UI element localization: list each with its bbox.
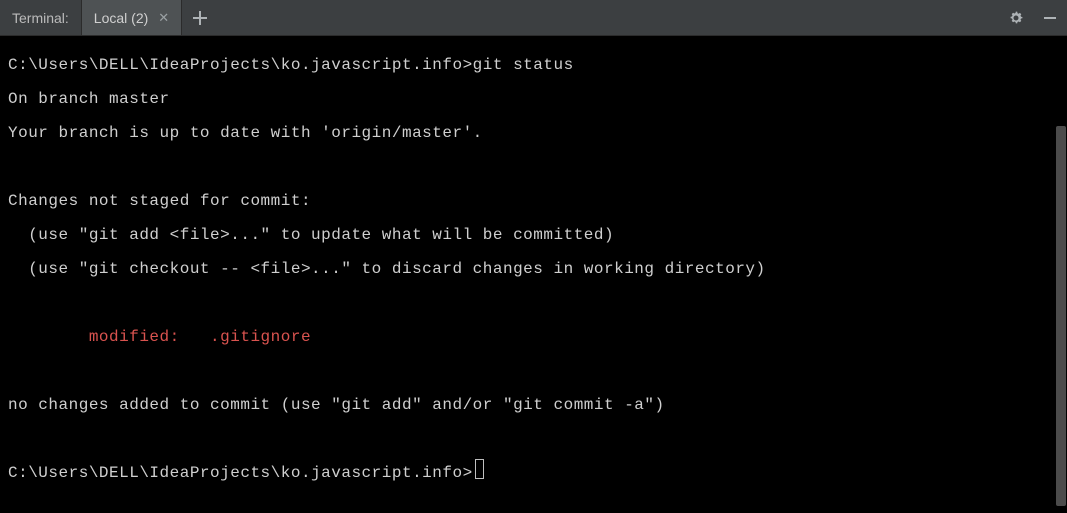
terminal-scrollbar[interactable]: [1055, 36, 1067, 513]
cursor: [475, 459, 484, 479]
output-line: (use "git checkout -- <file>..." to disc…: [8, 252, 1047, 286]
output-blank: [8, 422, 1047, 456]
output-blank: [8, 150, 1047, 184]
new-tab-button[interactable]: [182, 0, 218, 35]
output-line: Your branch is up to date with 'origin/m…: [8, 116, 1047, 150]
terminal-tabbar: Terminal: Local (2) ✕: [0, 0, 1067, 36]
panel-title: Terminal:: [0, 0, 82, 35]
terminal-panel: Terminal: Local (2) ✕ C:\Users\DELL\Idea…: [0, 0, 1067, 513]
gear-icon: [1008, 10, 1024, 26]
close-tab-icon[interactable]: ✕: [156, 9, 171, 26]
prompt-line: C:\Users\DELL\IdeaProjects\ko.javascript…: [8, 48, 1047, 82]
scroll-thumb[interactable]: [1056, 126, 1066, 506]
settings-button[interactable]: [999, 0, 1033, 35]
terminal-body: C:\Users\DELL\IdeaProjects\ko.javascript…: [0, 36, 1067, 513]
output-blank: [8, 354, 1047, 388]
output-line: On branch master: [8, 82, 1047, 116]
tabbar-spacer: [218, 0, 999, 35]
panel-title-text: Terminal:: [12, 10, 69, 26]
output-line: no changes added to commit (use "git add…: [8, 388, 1047, 422]
prompt-text: C:\Users\DELL\IdeaProjects\ko.javascript…: [8, 464, 473, 482]
plus-icon: [193, 11, 207, 25]
prompt-line-current: C:\Users\DELL\IdeaProjects\ko.javascript…: [8, 456, 1047, 490]
minimize-icon: [1043, 11, 1057, 25]
command-text: git status: [473, 56, 574, 74]
output-modified: modified: .gitignore: [8, 320, 1047, 354]
output-line: Changes not staged for commit:: [8, 184, 1047, 218]
minimize-button[interactable]: [1033, 0, 1067, 35]
terminal-tab-label: Local (2): [94, 10, 148, 26]
terminal-output[interactable]: C:\Users\DELL\IdeaProjects\ko.javascript…: [0, 36, 1055, 513]
output-line: (use "git add <file>..." to update what …: [8, 218, 1047, 252]
terminal-tab-active[interactable]: Local (2) ✕: [82, 0, 182, 35]
prompt-text: C:\Users\DELL\IdeaProjects\ko.javascript…: [8, 56, 473, 74]
output-blank: [8, 286, 1047, 320]
